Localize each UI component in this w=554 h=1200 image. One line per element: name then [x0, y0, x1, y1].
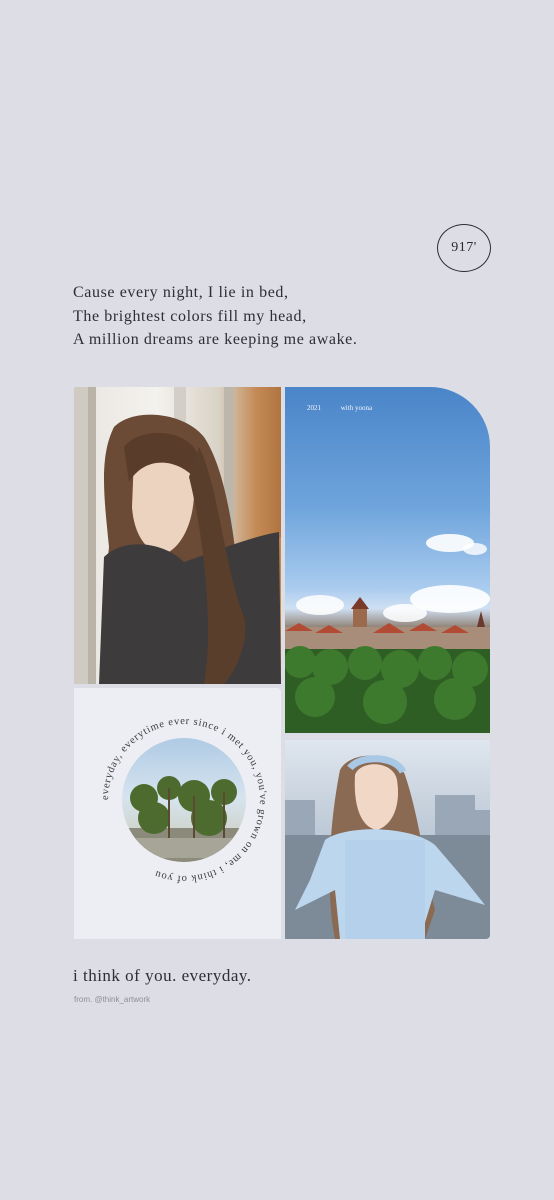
caption-credit: from. @think_artwork — [74, 995, 151, 1004]
badge: 917' — [437, 224, 491, 272]
lyric-line: A million dreams are keeping me awake. — [73, 331, 358, 348]
lyrics: Cause every night, I lie in bed, The bri… — [73, 281, 358, 352]
lyric-line: Cause every night, I lie in bed, — [73, 284, 289, 301]
outdoor-illustration — [285, 755, 490, 939]
caption-title: i think of you. everyday. — [73, 966, 252, 985]
circle-photo-card: everyday, everytime ever since i met you… — [74, 688, 281, 939]
town-illustration — [285, 534, 490, 733]
outdoor-portrait-photo — [285, 740, 490, 939]
badge-text: 917' — [451, 240, 477, 255]
sky-town-photo: 2021 with yoona — [285, 387, 490, 733]
portrait-photo — [74, 387, 281, 684]
circle-photo: everyday, everytime ever since i met you… — [100, 716, 267, 884]
lyric-line: The brightest colors fill my head, — [73, 307, 307, 325]
portrait-illustration — [74, 387, 281, 684]
